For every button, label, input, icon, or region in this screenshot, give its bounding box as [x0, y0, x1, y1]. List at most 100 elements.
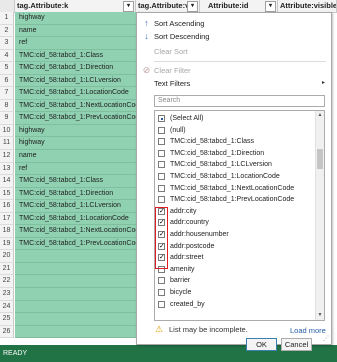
filter-list-item[interactable]: (Select All) [155, 113, 315, 125]
row-number[interactable]: 24 [0, 300, 14, 314]
load-more-link[interactable]: Load more [290, 326, 326, 335]
filter-list-item[interactable]: TMC:cid_58:tabcd_1:LCLversion [155, 159, 315, 171]
checkbox[interactable] [158, 277, 165, 285]
checkbox[interactable] [158, 300, 165, 308]
table-cell[interactable] [15, 250, 136, 263]
table-cell[interactable] [15, 275, 136, 289]
filter-list-item[interactable]: amenity [155, 264, 315, 276]
row-number[interactable]: 22 [0, 275, 14, 289]
table-cell[interactable]: highway [15, 124, 136, 138]
row-number[interactable]: 26 [0, 325, 14, 339]
scroll-up-icon[interactable]: ▲ [316, 111, 324, 120]
list-scrollbar[interactable]: ▲ ▼ [315, 111, 324, 320]
table-cell[interactable]: TMC:cid_58:tabcd_1:Direction [15, 62, 136, 75]
scroll-thumb[interactable] [317, 149, 323, 169]
filter-list-item[interactable]: ✓ addr:postcode [155, 241, 315, 253]
row-number[interactable]: 6 [0, 74, 14, 88]
checkbox[interactable] [158, 196, 165, 204]
table-cell[interactable]: name [15, 24, 136, 38]
table-cell[interactable]: TMC:cid_58:tabcd_1:LCLversion [15, 200, 136, 213]
filter-list-item[interactable]: TMC:cid_58:tabcd_1:Direction [155, 148, 315, 160]
row-number[interactable]: 18 [0, 225, 14, 238]
table-cell[interactable]: name [15, 150, 136, 163]
row-number[interactable]: 23 [0, 288, 14, 301]
table-cell[interactable] [15, 262, 136, 276]
table-cell[interactable] [15, 288, 136, 301]
row-number[interactable]: 12 [0, 150, 14, 163]
filter-list-item[interactable]: bicycle [155, 287, 315, 299]
table-cell[interactable] [15, 313, 136, 326]
checkbox[interactable] [158, 126, 165, 134]
table-cell[interactable] [15, 300, 136, 314]
checkbox[interactable] [158, 138, 165, 146]
row-number[interactable]: 9 [0, 112, 14, 125]
table-cell[interactable]: TMC:cid_58:tabcd_1:Direction [15, 187, 136, 201]
table-cell[interactable]: TMC:cid_58:tabcd_1:LCLversion [15, 74, 136, 88]
cancel-button[interactable]: Cancel [281, 338, 312, 351]
row-number[interactable]: 13 [0, 162, 14, 176]
clear-sort-item[interactable]: Clear Sort [137, 44, 331, 59]
ok-button[interactable]: OK [246, 338, 277, 351]
column-header-attribute-visible[interactable]: Attribute:visible [278, 0, 337, 12]
row-number[interactable]: 17 [0, 212, 14, 226]
table-cell[interactable]: highway [15, 137, 136, 151]
table-cell[interactable]: TMC:cid_58:tabcd_1:PrevLocationCode [15, 237, 136, 251]
filter-list-item[interactable]: (null) [155, 125, 315, 137]
row-number[interactable]: 25 [0, 313, 14, 326]
text-filters-item[interactable]: Text Filters ▸ [137, 76, 331, 91]
column-header-tag-attribute-v[interactable]: tag.Attribute:v ▾ [136, 0, 200, 12]
filter-list-item[interactable]: barrier [155, 275, 315, 287]
table-cell[interactable]: highway [15, 12, 136, 25]
filter-dropdown-icon[interactable]: ▾ [265, 1, 276, 12]
column-header-attribute-id[interactable]: Attribute:id ▾ [200, 0, 278, 12]
filter-dropdown-icon[interactable]: ▾ [123, 1, 134, 12]
checkbox[interactable] [158, 184, 165, 192]
filter-list-item[interactable]: TMC:cid_58:tabcd_1:LocationCode [155, 171, 315, 183]
filter-list-item[interactable]: ✓ addr:city [155, 206, 315, 218]
scroll-down-icon[interactable]: ▼ [316, 311, 324, 320]
filter-list-item[interactable]: ✓ addr:street [155, 252, 315, 264]
checkbox[interactable] [158, 161, 165, 169]
checkbox[interactable] [158, 115, 165, 122]
row-number[interactable]: 21 [0, 262, 14, 276]
checkbox[interactable] [158, 149, 165, 157]
checkbox[interactable] [158, 289, 165, 296]
select-all-corner[interactable] [0, 0, 15, 12]
row-number[interactable]: 10 [0, 124, 14, 138]
table-cell[interactable]: TMC:cid_58:tabcd_1:LocationCode [15, 212, 136, 226]
row-number[interactable]: 16 [0, 200, 14, 213]
table-cell[interactable]: TMC:cid_58:tabcd_1:NextLocationCode [15, 225, 136, 238]
table-cell[interactable]: ref [15, 37, 136, 50]
filter-dropdown-icon[interactable]: ▾ [187, 1, 198, 12]
table-cell[interactable]: ref [15, 162, 136, 176]
sort-descending-item[interactable]: ↓ Sort Descending [137, 29, 331, 44]
table-cell[interactable]: TMC:cid_58:tabcd_1:PrevLocationCode [15, 112, 136, 125]
row-number[interactable]: 4 [0, 49, 14, 63]
table-cell[interactable] [15, 325, 136, 339]
resize-grip-icon[interactable]: ⋰ [323, 335, 329, 342]
filter-list-item[interactable]: created_by [155, 299, 315, 311]
column-header-tag-attribute-k[interactable]: tag.Attribute:k ▾ [15, 0, 136, 12]
table-cell[interactable]: TMC:cid_58:tabcd_1:LocationCode [15, 87, 136, 100]
row-number[interactable]: 15 [0, 187, 14, 201]
filter-list-item[interactable]: ✓ addr:country [155, 217, 315, 229]
filter-list-item[interactable]: TMC:cid_58:tabcd_1:Class [155, 136, 315, 148]
filter-list-item[interactable]: ✓ addr:housenumber [155, 229, 315, 241]
table-cell[interactable]: TMC:cid_58:tabcd_1:Class [15, 49, 136, 63]
filter-list-item[interactable]: TMC:cid_58:tabcd_1:PrevLocationCode [155, 194, 315, 206]
search-input[interactable]: Search [154, 95, 325, 107]
row-number[interactable]: 14 [0, 175, 14, 188]
row-number[interactable]: 1 [0, 12, 14, 25]
row-number[interactable]: 2 [0, 24, 14, 38]
checkbox[interactable] [158, 173, 165, 180]
row-number[interactable]: 3 [0, 37, 14, 50]
row-number[interactable]: 20 [0, 250, 14, 263]
table-cell[interactable]: TMC:cid_58:tabcd_1:NextLocationCode [15, 99, 136, 113]
filter-list-item[interactable]: TMC:cid_58:tabcd_1:NextLocationCode [155, 183, 315, 195]
row-number[interactable]: 11 [0, 137, 14, 151]
row-number[interactable]: 19 [0, 237, 14, 251]
row-number[interactable]: 8 [0, 99, 14, 113]
row-number[interactable]: 7 [0, 87, 14, 100]
row-number[interactable]: 5 [0, 62, 14, 75]
table-cell[interactable]: TMC:cid_58:tabcd_1:Class [15, 175, 136, 188]
